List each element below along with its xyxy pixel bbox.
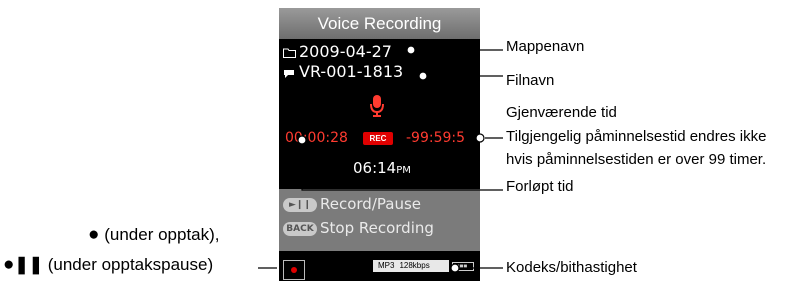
option-stop-recording[interactable]: BACK Stop Recording [283, 219, 434, 237]
screen-title: Voice Recording [279, 8, 480, 39]
callout-status-recording-label: (under opptak), [104, 225, 220, 244]
folder-name: 2009-04-27 [299, 42, 392, 61]
microphone-icon [370, 95, 384, 117]
callout-codec: Kodeks/bithastighet [506, 259, 637, 276]
recording-dot-icon: ● [88, 224, 100, 245]
folder-icon [283, 48, 296, 58]
file-icon [284, 70, 294, 78]
play-pause-button-icon: ►❙❙ [283, 197, 317, 212]
option-label: Stop Recording [320, 219, 434, 237]
option-record-pause[interactable]: ►❙❙ Record/Pause [283, 195, 421, 213]
callout-folder-name: Mappenavn [506, 38, 585, 55]
clock: 06:14PM [353, 159, 411, 177]
clock-time: 06:14 [353, 159, 397, 177]
elapsed-time: 00:00:28 [285, 130, 348, 146]
status-bar: MP3 128kbps [279, 252, 480, 281]
option-label: Record/Pause [320, 195, 421, 213]
recording-dot-icon [291, 267, 297, 273]
rec-badge: REC [363, 132, 393, 145]
callout-elapsed: Forløpt tid [506, 178, 574, 195]
callout-status-paused-label: (under opptakspause) [47, 255, 214, 274]
callout-file-name: Filnavn [506, 72, 555, 89]
codec: MP3 [378, 261, 395, 270]
callout-status-recording: ● (under opptak), [88, 224, 220, 246]
remaining-time: -99:59:5 [406, 130, 466, 146]
clock-ampm: PM [396, 165, 411, 176]
back-button-icon: BACK [283, 221, 317, 236]
callout-remaining-title: Gjenværende tid [506, 104, 617, 121]
battery-icon [452, 262, 474, 271]
device-screen: Voice Recording 2009-04-27 VR-001-1813 0… [279, 8, 480, 281]
recording-dot-icon: ● [3, 254, 15, 275]
file-name: VR-001-1813 [299, 62, 404, 81]
callout-remaining-note-1: Tilgjengelig påminnelsestid endres ikke [506, 128, 767, 145]
pause-icon: ❚❚ [14, 255, 43, 274]
codec-chip: MP3 128kbps [373, 260, 449, 272]
callout-remaining-note-2: hvis påminnelsestiden er over 99 timer. [506, 151, 767, 168]
recording-status-indicator [283, 260, 305, 280]
bitrate: 128kbps [399, 261, 430, 270]
callout-status-paused: ●❚❚ (under opptakspause) [3, 254, 213, 276]
